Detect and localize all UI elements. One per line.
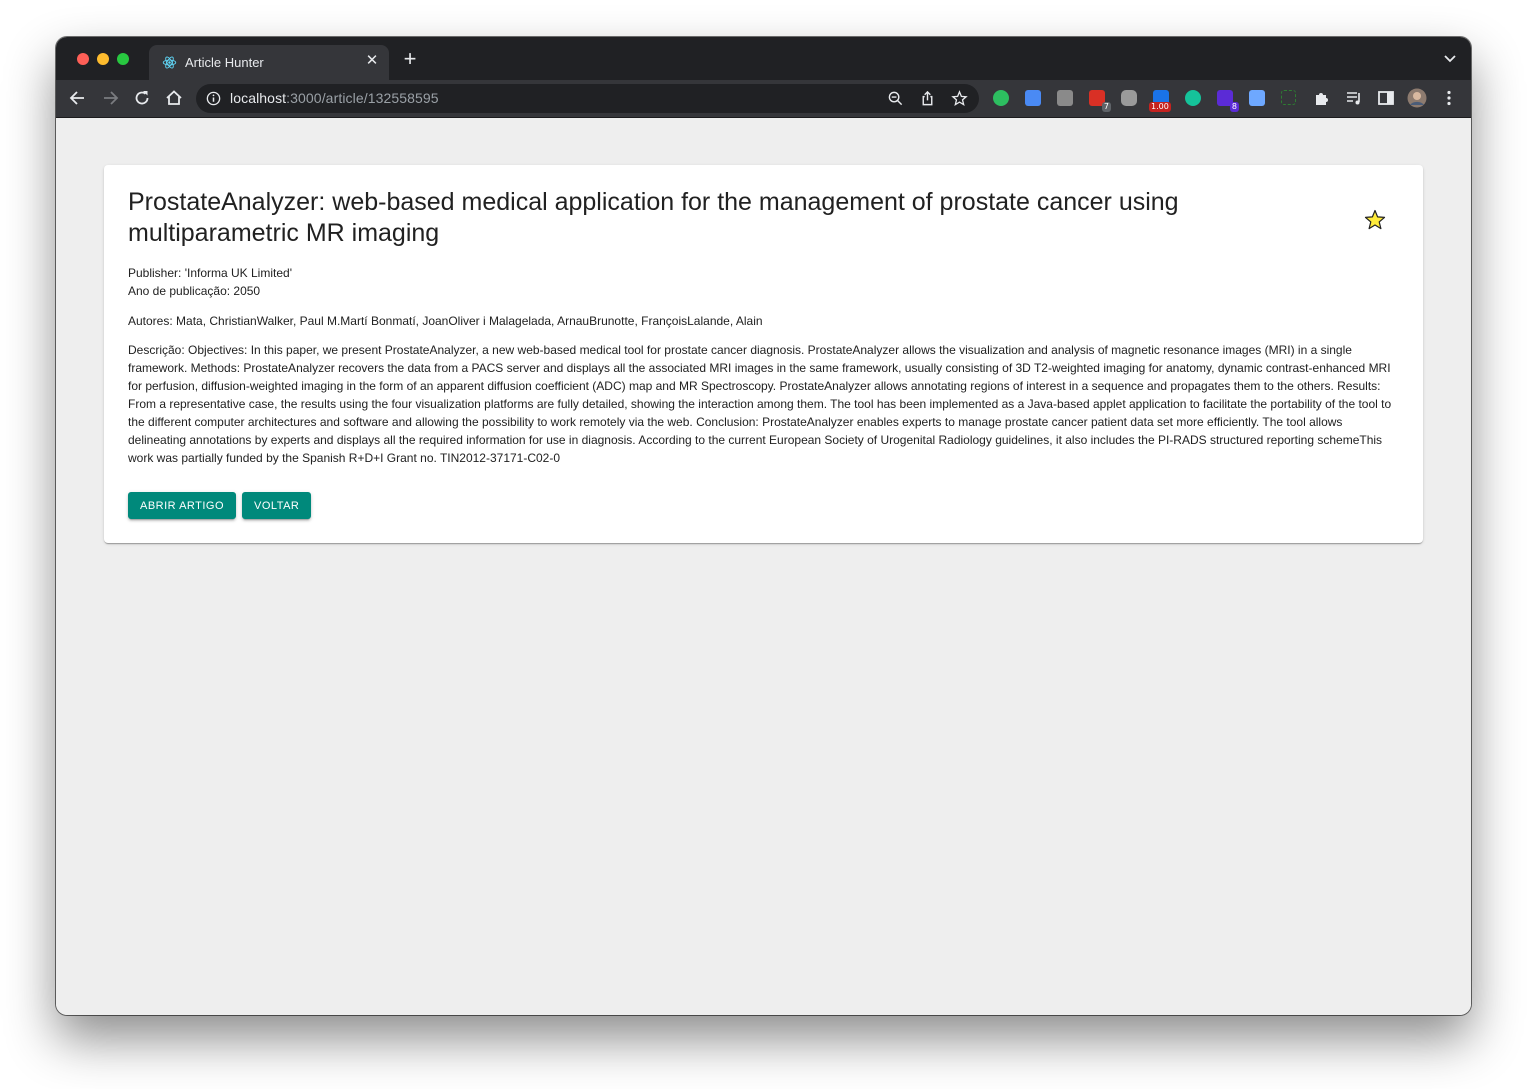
url-host: localhost	[230, 90, 287, 106]
open-article-button[interactable]: ABRIR ARTIGO	[128, 492, 237, 519]
evernote-icon[interactable]	[993, 90, 1009, 106]
more-options-icon[interactable]	[1439, 88, 1459, 108]
address-bar[interactable]: localhost:3000/article/132558595	[196, 84, 979, 113]
share-icon[interactable]	[919, 90, 936, 107]
bookmark-star-icon[interactable]	[951, 90, 968, 107]
calendar-extension-icon[interactable]: 7	[1089, 90, 1111, 112]
zoom-out-icon[interactable]	[887, 90, 904, 107]
side-panel-icon[interactable]	[1376, 88, 1396, 108]
article-year: Ano de publicação: 2050	[128, 284, 261, 298]
back-arrow-icon[interactable]	[68, 88, 88, 108]
minimize-window-button[interactable]	[97, 53, 109, 65]
tab-bar: Article Hunter ✕ +	[56, 37, 1471, 80]
clipboard-extension-icon[interactable]	[1249, 90, 1265, 106]
article-publisher: Publisher: 'Informa UK Limited'	[128, 266, 292, 280]
home-icon[interactable]	[164, 88, 184, 108]
extension-gray-icon[interactable]	[1057, 90, 1073, 106]
tab-title: Article Hunter	[185, 55, 264, 70]
screenshot-extension-icon[interactable]	[1281, 90, 1296, 105]
google-translate-icon[interactable]	[1025, 90, 1041, 106]
calendar-badge: 7	[1101, 102, 1111, 112]
react-icon	[162, 56, 177, 69]
article-card: ProstateAnalyzer: web-based medical appl…	[104, 165, 1423, 543]
tab-article-hunter[interactable]: Article Hunter ✕	[149, 45, 389, 80]
page-content: ProstateAnalyzer: web-based medical appl…	[56, 118, 1471, 1015]
playback-speed-icon[interactable]: 1.00	[1149, 90, 1171, 112]
reload-icon[interactable]	[132, 88, 152, 108]
close-window-button[interactable]	[77, 53, 89, 65]
mastodon-icon[interactable]	[1121, 90, 1137, 106]
close-tab-icon[interactable]: ✕	[363, 52, 381, 70]
back-button[interactable]: VOLTAR	[242, 492, 312, 519]
favorite-star-icon[interactable]	[1363, 208, 1387, 232]
info-icon[interactable]	[205, 90, 222, 107]
article-authors: Autores: Mata, ChristianWalker, Paul M.M…	[128, 314, 763, 328]
new-tab-button[interactable]: +	[401, 48, 419, 70]
profile-avatar[interactable]	[1407, 88, 1427, 108]
forward-arrow-icon[interactable]	[100, 88, 120, 108]
purple-badge: 8	[1229, 102, 1239, 112]
url-path: :3000/article/132558595	[286, 90, 439, 106]
browser-toolbar: localhost:3000/article/132558595 7 1.00 …	[56, 80, 1471, 118]
browser-window: Article Hunter ✕ + localhost:3000/articl…	[56, 37, 1471, 1015]
grammarly-icon[interactable]	[1185, 90, 1201, 106]
purple-extension-icon[interactable]: 8	[1217, 90, 1239, 112]
maximize-window-button[interactable]	[117, 53, 129, 65]
media-controls-icon[interactable]	[1344, 88, 1364, 108]
speed-badge: 1.00	[1149, 102, 1171, 112]
puzzle-extensions-icon[interactable]	[1312, 88, 1332, 108]
article-description: Descrição: Objectives: In this paper, we…	[128, 343, 1392, 465]
url-text: localhost:3000/article/132558595	[230, 90, 439, 106]
chevron-down-icon[interactable]	[1443, 51, 1457, 65]
article-title: ProstateAnalyzer: web-based medical appl…	[128, 188, 1179, 247]
